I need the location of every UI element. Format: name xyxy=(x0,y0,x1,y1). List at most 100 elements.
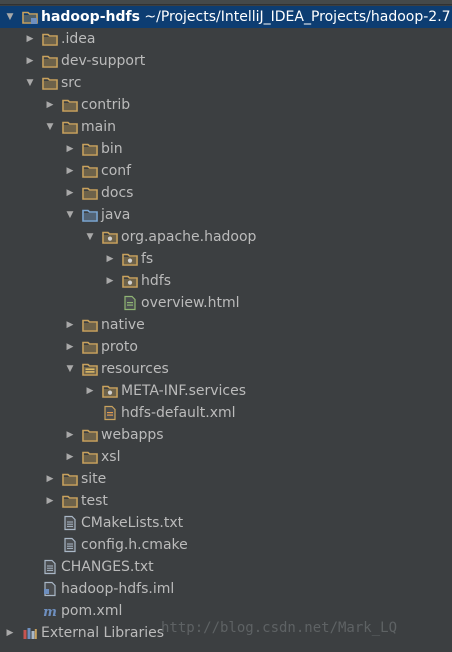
package-icon xyxy=(122,273,138,289)
chevron-right-icon[interactable]: ▶ xyxy=(84,380,96,402)
chevron-right-icon[interactable]: ▶ xyxy=(64,182,76,204)
tree-row[interactable]: ▶ webapps xyxy=(0,424,452,446)
tree-item-label: contrib xyxy=(81,97,131,113)
tree-item-label: META-INF.services xyxy=(121,383,247,399)
tree-row[interactable]: ▼ resources xyxy=(0,358,452,380)
maven-file-icon: m xyxy=(42,603,58,619)
tree-row[interactable]: ▶ bin xyxy=(0,138,452,160)
tree-row[interactable]: ▶ .idea xyxy=(0,28,452,50)
folder-icon xyxy=(82,339,98,355)
watermark: http://blog.csdn.net/Mark_LQ xyxy=(161,620,398,636)
tree-item-label: test xyxy=(81,493,108,509)
chevron-right-icon[interactable]: ▶ xyxy=(44,468,56,490)
tree-row[interactable]: ▼ java xyxy=(0,204,452,226)
chevron-down-icon[interactable]: ▼ xyxy=(84,226,96,248)
tree-row[interactable]: ▶ docs xyxy=(0,182,452,204)
tree-row[interactable]: ▶ META-INF.services xyxy=(0,380,452,402)
chevron-down-icon[interactable]: ▼ xyxy=(24,72,36,94)
folder-icon xyxy=(62,97,78,113)
folder-icon xyxy=(62,119,78,135)
tree-item-label: conf xyxy=(101,163,132,179)
folder-icon xyxy=(82,427,98,443)
tree-item-label: dev-support xyxy=(61,53,146,69)
toolbar-strip xyxy=(0,0,452,5)
source-root-folder-icon xyxy=(82,207,98,223)
tree-item-label: CMakeLists.txt xyxy=(81,515,184,531)
chevron-right-icon[interactable]: ▶ xyxy=(4,622,16,644)
tree-row[interactable]: ▶ native xyxy=(0,314,452,336)
html-file-icon xyxy=(122,295,138,311)
tree-item-label: webapps xyxy=(101,427,164,443)
chevron-right-icon[interactable]: ▶ xyxy=(24,28,36,50)
iml-file-icon xyxy=(42,581,58,597)
text-file-icon xyxy=(62,515,78,531)
tree-row[interactable]: overview.html xyxy=(0,292,452,314)
module-folder-icon xyxy=(22,9,38,25)
tree-row[interactable]: ▶ conf xyxy=(0,160,452,182)
tree-item-label: java xyxy=(101,207,131,223)
chevron-down-icon[interactable]: ▼ xyxy=(64,358,76,380)
tree-row[interactable]: ▼ src xyxy=(0,72,452,94)
tree-item-label: config.h.cmake xyxy=(81,537,188,553)
tree-row[interactable]: ▶ dev-support xyxy=(0,50,452,72)
tree-row[interactable]: hdfs-default.xml xyxy=(0,402,452,424)
chevron-right-icon[interactable]: ▶ xyxy=(44,490,56,512)
tree-item-label: hdfs-default.xml xyxy=(121,405,236,421)
chevron-right-icon[interactable]: ▶ xyxy=(64,336,76,358)
tree-row[interactable]: ▶ xsl xyxy=(0,446,452,468)
chevron-down-icon[interactable]: ▼ xyxy=(44,116,56,138)
tree-item-label: native xyxy=(101,317,145,333)
folder-icon xyxy=(82,185,98,201)
chevron-right-icon[interactable]: ▶ xyxy=(64,138,76,160)
tree-row[interactable]: ▼ org.apache.hadoop xyxy=(0,226,452,248)
chevron-down-icon[interactable]: ▼ xyxy=(4,6,16,28)
chevron-right-icon[interactable]: ▶ xyxy=(64,446,76,468)
tree-row[interactable]: CHANGES.txt xyxy=(0,556,452,578)
tree-row[interactable]: ▼ main xyxy=(0,116,452,138)
tree-row[interactable]: ▶ contrib xyxy=(0,94,452,116)
tree-row[interactable]: ▶ test xyxy=(0,490,452,512)
tree-item-label: External Libraries xyxy=(41,625,164,641)
tree-row[interactable]: CMakeLists.txt xyxy=(0,512,452,534)
tree-item-label: .idea xyxy=(61,31,96,47)
tree-item-label: hdfs xyxy=(141,273,171,289)
chevron-right-icon[interactable]: ▶ xyxy=(64,160,76,182)
xml-file-icon xyxy=(102,405,118,421)
project-path: ~/Projects/IntelliJ_IDEA_Projects/hadoop… xyxy=(139,9,451,25)
tree-row[interactable]: ▶ hdfs xyxy=(0,270,452,292)
libraries-icon xyxy=(22,625,38,641)
tree-item-label: proto xyxy=(101,339,138,355)
tree-row[interactable]: ▶ site xyxy=(0,468,452,490)
chevron-right-icon[interactable]: ▶ xyxy=(64,314,76,336)
tree-row[interactable]: hadoop-hdfs.iml xyxy=(0,578,452,600)
tree-item-label: overview.html xyxy=(141,295,240,311)
chevron-right-icon[interactable]: ▶ xyxy=(104,248,116,270)
chevron-right-icon[interactable]: ▶ xyxy=(104,270,116,292)
tree-row[interactable]: ▼ hadoop-hdfs ~/Projects/IntelliJ_IDEA_Pr… xyxy=(0,6,452,28)
tree-item-label: docs xyxy=(101,185,134,201)
tree-item-label: hadoop-hdfs ~/Projects/IntelliJ_IDEA_Pro… xyxy=(41,6,451,28)
tree-item-label: src xyxy=(61,75,82,91)
tree-item-label: hadoop-hdfs.iml xyxy=(61,581,175,597)
folder-icon xyxy=(42,31,58,47)
project-tree[interactable]: ▼ hadoop-hdfs ~/Projects/IntelliJ_IDEA_Pr… xyxy=(0,6,452,644)
chevron-right-icon[interactable]: ▶ xyxy=(24,50,36,72)
chevron-down-icon[interactable]: ▼ xyxy=(64,204,76,226)
tree-row[interactable]: config.h.cmake xyxy=(0,534,452,556)
chevron-right-icon[interactable]: ▶ xyxy=(44,94,56,116)
text-file-icon xyxy=(42,559,58,575)
tree-item-label: pom.xml xyxy=(61,603,123,619)
tree-row[interactable]: ▶ fs xyxy=(0,248,452,270)
folder-icon xyxy=(82,163,98,179)
package-icon xyxy=(122,251,138,267)
folder-icon xyxy=(82,141,98,157)
tree-item-label: org.apache.hadoop xyxy=(121,229,257,245)
tree-item-label: main xyxy=(81,119,116,135)
resources-folder-icon xyxy=(82,361,98,377)
tree-row[interactable]: m pom.xml xyxy=(0,600,452,622)
package-icon xyxy=(102,383,118,399)
tree-row[interactable]: ▶ proto xyxy=(0,336,452,358)
tree-item-label: xsl xyxy=(101,449,121,465)
folder-icon xyxy=(42,53,58,69)
chevron-right-icon[interactable]: ▶ xyxy=(64,424,76,446)
